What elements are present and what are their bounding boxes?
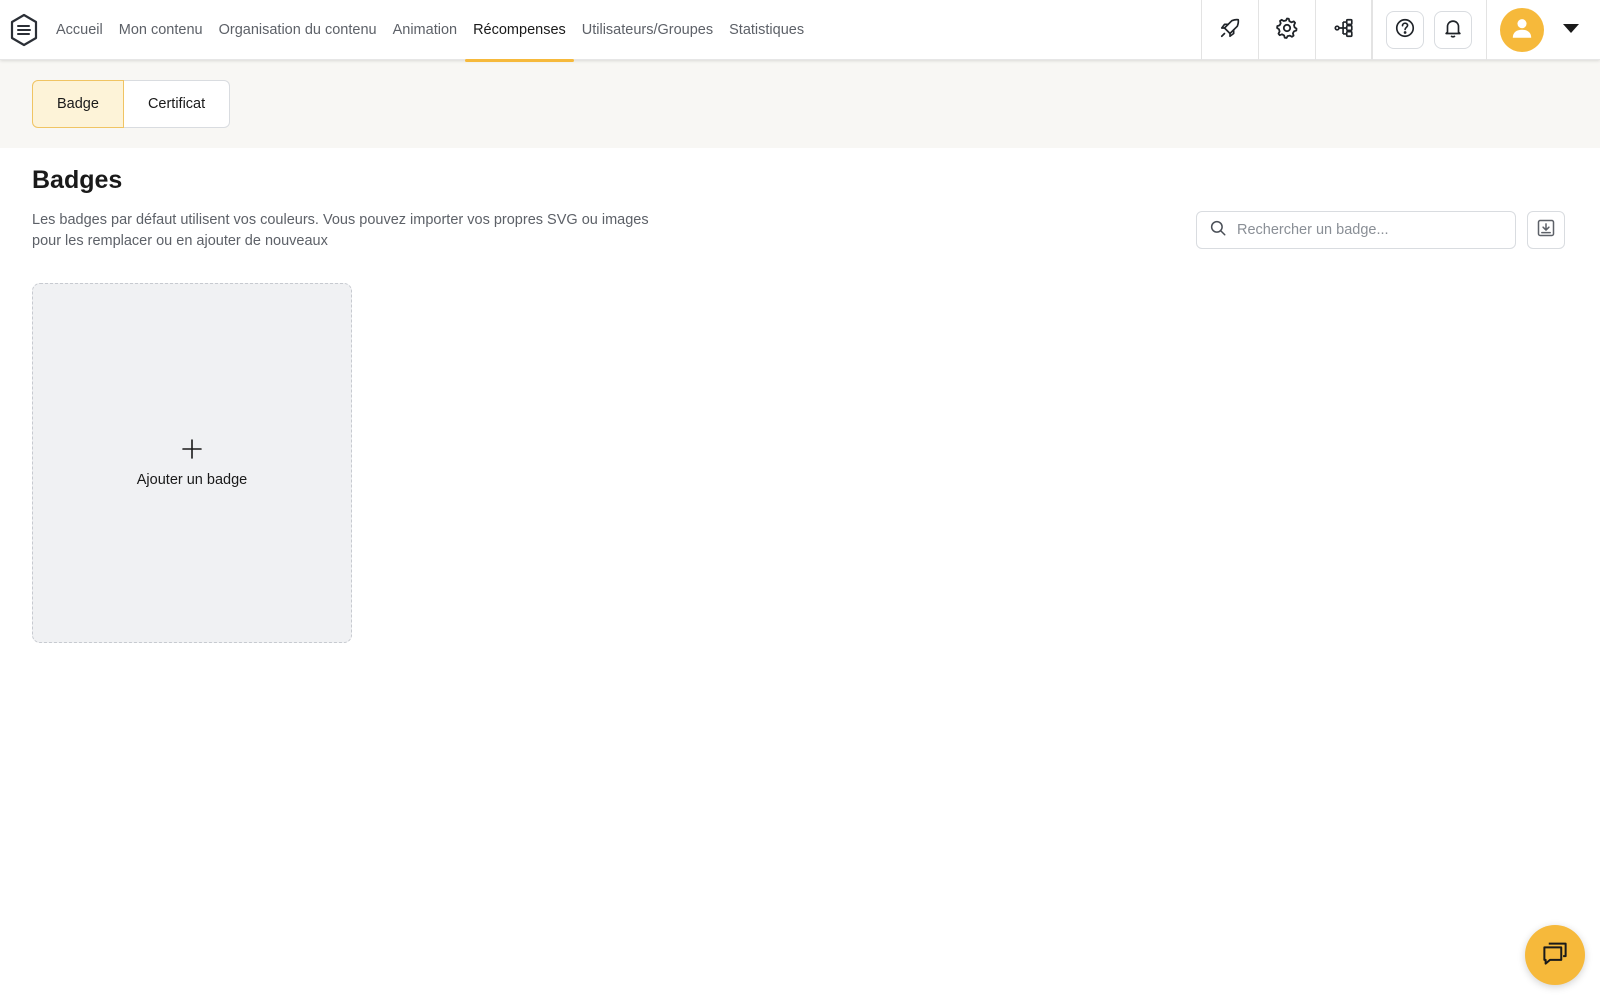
nav-item-utilisateurs-groupes[interactable]: Utilisateurs/Groupes [574, 0, 721, 60]
top-navigation-bar: Accueil Mon contenu Organisation du cont… [0, 0, 1600, 62]
toolbar-group [1201, 0, 1372, 60]
tab-certificat[interactable]: Certificat [123, 80, 231, 128]
add-badge-label: Ajouter un badge [136, 472, 248, 488]
main-nav: Accueil Mon contenu Organisation du cont… [48, 0, 812, 62]
rocket-icon [1219, 17, 1241, 44]
user-icon [1509, 15, 1535, 46]
toolbar-divider [1372, 0, 1373, 60]
page-description: Les badges par défaut utilisent vos coul… [32, 212, 649, 249]
nav-item-animation[interactable]: Animation [385, 0, 465, 60]
page-title: Badges [32, 166, 123, 194]
caret-down-icon [1563, 21, 1579, 39]
rewards-subheader: Badge Certificat [0, 60, 1600, 148]
rocket-button[interactable] [1201, 0, 1258, 60]
account-menu-toggle[interactable] [1562, 22, 1580, 38]
search-icon [1209, 219, 1227, 242]
share-icon [1333, 17, 1355, 44]
chat-button[interactable] [1525, 925, 1585, 985]
tab-badge[interactable]: Badge [32, 80, 124, 128]
nav-item-recompenses[interactable]: Récompenses [465, 0, 574, 62]
badge-search [1196, 211, 1516, 249]
avatar[interactable] [1500, 8, 1544, 52]
gear-icon [1275, 16, 1299, 45]
add-badge-card[interactable]: Ajouter un badge [32, 283, 352, 643]
notifications-button[interactable] [1434, 11, 1472, 49]
nav-item-mon-contenu[interactable]: Mon contenu [111, 0, 211, 60]
nav-item-organisation-du-contenu[interactable]: Organisation du contenu [211, 0, 385, 60]
toolbar-divider [1486, 0, 1487, 60]
chat-icon [1540, 938, 1570, 973]
download-button[interactable] [1527, 211, 1565, 249]
settings-button[interactable] [1258, 0, 1315, 60]
search-input[interactable] [1237, 222, 1507, 238]
reward-type-tabs: Badge Certificat [32, 80, 231, 128]
help-button[interactable] [1386, 11, 1424, 49]
bell-icon [1442, 17, 1464, 44]
nav-item-statistiques[interactable]: Statistiques [721, 0, 812, 60]
hierarchy-button[interactable] [1315, 0, 1372, 60]
help-icon [1394, 17, 1416, 44]
plus-icon [181, 438, 203, 460]
nav-item-accueil[interactable]: Accueil [48, 0, 111, 60]
app-logo-icon[interactable] [8, 12, 40, 48]
download-icon [1536, 218, 1556, 243]
